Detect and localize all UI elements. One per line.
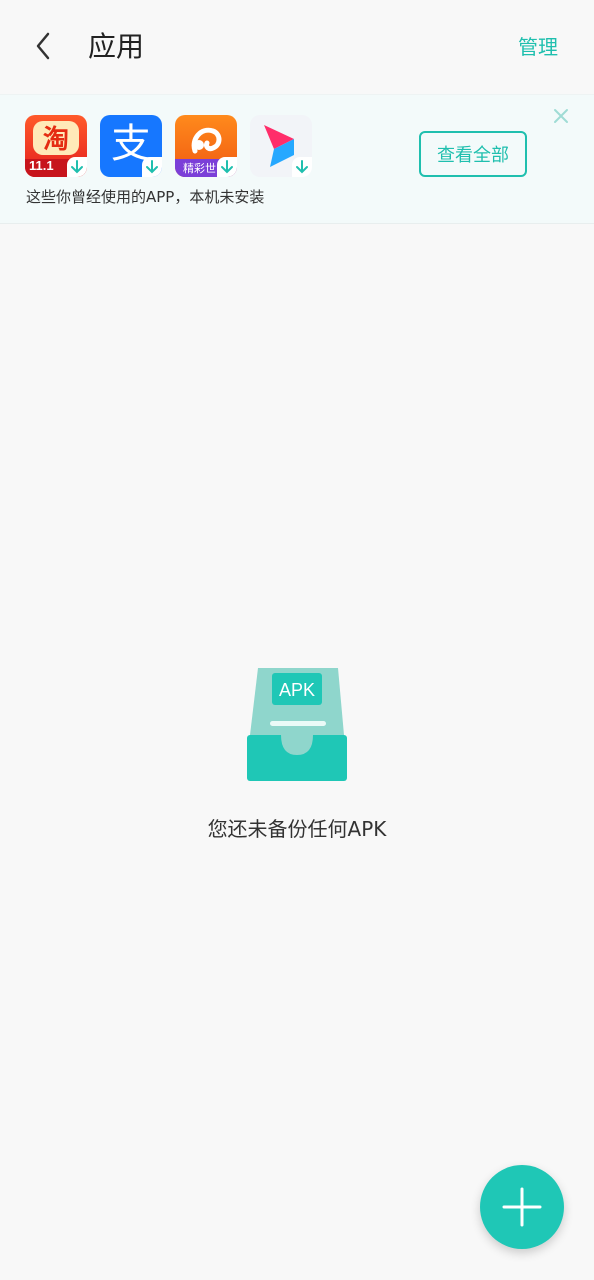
manage-button[interactable]: 管理 <box>518 34 558 60</box>
download-icon <box>217 157 237 177</box>
banner-description: 这些你曾经使用的APP，本机未安装 <box>26 188 265 206</box>
download-icon <box>142 157 162 177</box>
alipay-app-icon[interactable]: 支 <box>100 115 162 177</box>
svg-text:淘: 淘 <box>43 125 69 155</box>
plus-icon <box>502 1187 542 1227</box>
download-icon <box>67 157 87 177</box>
app-header: 应用 管理 <box>0 0 594 94</box>
uc-browser-app-icon[interactable]: 精彩世 <box>175 115 237 177</box>
add-button[interactable] <box>480 1165 564 1249</box>
close-icon[interactable] <box>552 107 570 125</box>
taobao-badge-text: 11.1 <box>29 158 54 173</box>
empty-apk-illustration: APK <box>244 665 350 783</box>
back-arrow-icon[interactable] <box>26 28 62 64</box>
download-icon <box>292 157 312 177</box>
uninstalled-apps-banner: 淘 11.1 支 精彩世 这些你曾经使用的APP，本机未安装 查看全部 <box>0 94 594 224</box>
video-app-icon[interactable] <box>250 115 312 177</box>
view-all-button[interactable]: 查看全部 <box>419 131 527 177</box>
taobao-app-icon[interactable]: 淘 11.1 <box>25 115 87 177</box>
apk-label: APK <box>278 680 316 700</box>
empty-state-message: 您还未备份任何APK <box>207 817 387 841</box>
page-title: 应用 <box>88 30 145 63</box>
uc-badge-text: 精彩世 <box>183 162 216 175</box>
